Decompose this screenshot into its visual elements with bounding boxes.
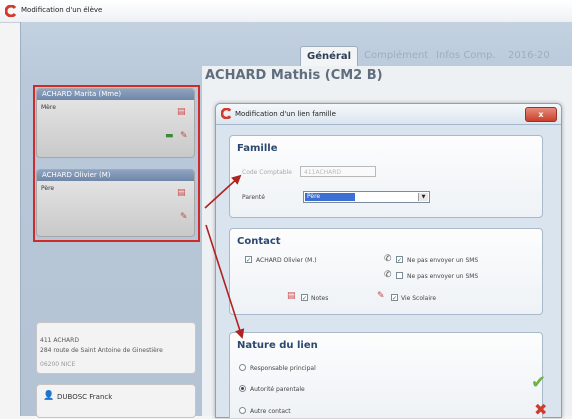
annotation-arrows (204, 174, 245, 339)
arrow-to-famille (204, 174, 242, 209)
arrow-to-nature-lien (205, 224, 245, 339)
